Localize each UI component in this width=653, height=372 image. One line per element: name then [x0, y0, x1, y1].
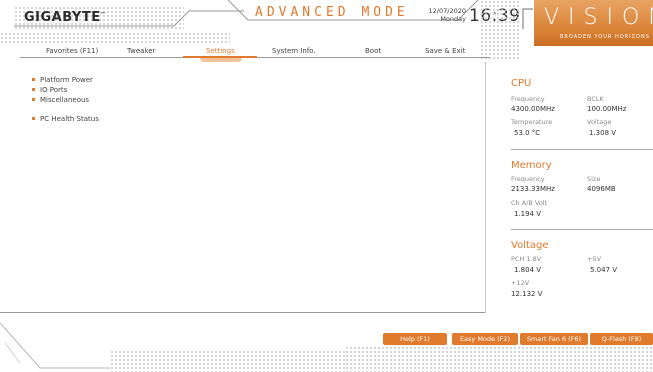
tab-favorites[interactable]: Favorites (F11): [46, 47, 98, 55]
footer-corner-decoration: [0, 322, 110, 369]
menu-item-label: Miscellaneous: [40, 96, 90, 104]
cpu-section-title: CPU: [511, 78, 532, 89]
tab-tweaker[interactable]: Tweaker: [127, 47, 155, 55]
memory-frequency-label: Frequency: [511, 175, 545, 183]
easy-mode-button[interactable]: Easy Mode (F2): [452, 333, 518, 345]
cpu-frequency-value: 4300.00MHz: [511, 105, 555, 113]
cpu-separator: [511, 149, 653, 150]
weekday-value: Monday: [440, 15, 466, 23]
cpu-frequency-label: Frequency: [511, 95, 545, 103]
memory-size-value: 4096MB: [587, 185, 616, 193]
menu-item-label: PC Health Status: [40, 115, 99, 123]
memory-section-title: Memory: [511, 160, 552, 171]
pch-voltage-value: 1.804 V: [514, 266, 542, 274]
tab-boot[interactable]: Boot: [365, 47, 381, 55]
cpu-bclk-value: 100.00MHz: [587, 105, 627, 113]
date-display: 12/07/2020 Monday: [426, 7, 466, 23]
brand-name: GIGABYTE: [24, 10, 101, 25]
vision-tagline: BROADEN YOUR HORIZONS: [560, 34, 650, 40]
menu-item-pc-health-status[interactable]: PC Health Status: [32, 115, 99, 123]
bullet-icon: [32, 77, 35, 81]
qflash-button[interactable]: Q-Flash (F8): [590, 333, 653, 345]
plus12v-label: +12V: [511, 279, 530, 287]
tab-settings[interactable]: Settings: [206, 47, 235, 55]
cpu-voltage-value: 1.308 V: [589, 129, 617, 137]
date-value: 12/07/2020: [428, 7, 466, 15]
cpu-voltage-label: Voltage: [587, 118, 612, 126]
bullet-icon: [32, 97, 35, 101]
memory-separator: [511, 229, 653, 230]
memory-size-label: Size: [587, 175, 601, 183]
content-divider-vertical: [485, 62, 486, 313]
memory-ch-volt-value: 1.194 V: [514, 210, 542, 218]
vision-logo: VISION: [544, 5, 653, 30]
memory-ch-volt-label: Ch A/B Volt: [511, 199, 548, 207]
cpu-temperature-label: Temperature: [511, 118, 553, 126]
plus5v-value: 5.047 V: [590, 266, 618, 274]
bullet-icon: [32, 87, 35, 91]
footer-dot-pattern: [345, 346, 653, 372]
bullet-icon: [32, 116, 35, 120]
plus5v-label: +5V: [587, 255, 602, 263]
voltage-section-title: Voltage: [511, 240, 549, 251]
menu-item-miscellaneous[interactable]: Miscellaneous: [32, 96, 89, 104]
plus12v-value: 12.132 V: [511, 290, 543, 298]
menu-item-label: Platform Power: [40, 76, 93, 84]
tab-system-info[interactable]: System Info.: [272, 47, 316, 55]
gigabyte-logo: GIGABYTE™: [24, 10, 106, 25]
menu-item-io-ports[interactable]: IO Ports: [32, 86, 67, 94]
active-tab-glow: [200, 58, 242, 62]
memory-frequency-value: 2133.33MHz: [511, 185, 555, 193]
pch-voltage-label: PCH 1.8V: [511, 255, 542, 263]
menu-item-platform-power[interactable]: Platform Power: [32, 76, 93, 84]
cpu-temperature-value: 53.0 °C: [514, 129, 541, 137]
smart-fan-button[interactable]: Smart Fan 6 (F6): [520, 333, 588, 345]
help-button[interactable]: Help (F1): [383, 333, 447, 345]
cpu-bclk-label: BCLK: [587, 95, 604, 103]
vision-bracket-icon: [522, 8, 533, 29]
mode-title: ADVANCED MODE: [255, 5, 409, 20]
tab-save-exit[interactable]: Save & Exit: [425, 47, 465, 55]
brand-trademark: ™: [100, 11, 107, 18]
footer-dot-strip: [110, 350, 345, 372]
menu-item-label: IO Ports: [40, 86, 68, 94]
